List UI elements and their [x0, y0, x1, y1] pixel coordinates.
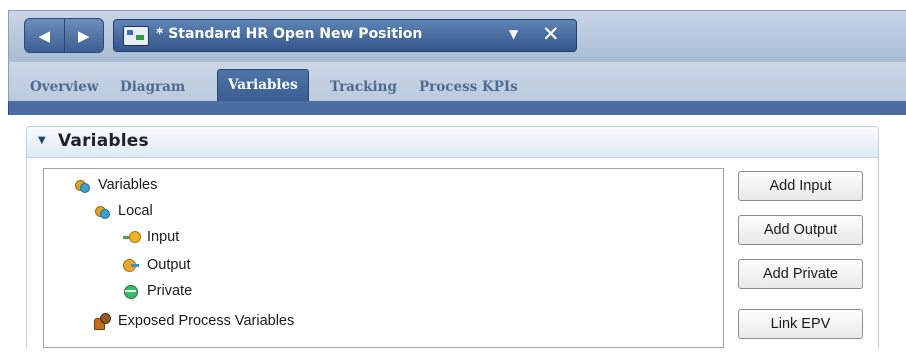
tab-process-kpis[interactable]: Process KPIs — [419, 74, 518, 100]
add-input-button[interactable]: Add Input — [738, 171, 863, 201]
back-arrow-icon: ◀ — [38, 26, 51, 45]
variables-tree: Variables Local Input Output Private Exp… — [43, 168, 724, 348]
tab-content-strip — [8, 101, 906, 115]
tree-item-label: Output — [147, 257, 191, 273]
local-variables-icon — [94, 203, 110, 219]
add-private-button[interactable]: Add Private — [738, 259, 863, 289]
document-tab[interactable]: * Standard HR Open New Position ▼ ✕ — [113, 19, 577, 52]
document-title: * Standard HR Open New Position — [156, 26, 423, 42]
section-title: Variables — [58, 131, 149, 151]
input-variable-icon — [123, 229, 141, 245]
add-output-button[interactable]: Add Output — [738, 215, 863, 245]
tree-item-label: Exposed Process Variables — [118, 313, 295, 329]
process-app-icon — [123, 26, 149, 46]
variables-icon — [74, 177, 90, 193]
close-icon[interactable]: ✕ — [542, 22, 560, 46]
output-variable-icon — [123, 257, 139, 273]
tree-item-label: Variables — [98, 177, 158, 193]
history-navigation: ◀ ▶ — [24, 18, 104, 53]
exposed-process-variables-icon — [94, 313, 111, 330]
forward-button[interactable]: ▶ — [65, 19, 104, 52]
tree-item-input[interactable]: Input — [123, 225, 179, 249]
tab-overview[interactable]: Overview — [30, 74, 99, 100]
private-variable-icon — [123, 283, 139, 299]
tree-item-label: Private — [147, 283, 193, 299]
tree-item-variables[interactable]: Variables — [74, 173, 157, 197]
tree-item-local[interactable]: Local — [94, 199, 153, 223]
tree-item-private[interactable]: Private — [123, 279, 192, 303]
tree-item-exposed-process-variables[interactable]: Exposed Process Variables — [94, 309, 294, 333]
tab-diagram[interactable]: Diagram — [120, 74, 185, 100]
tab-variables[interactable]: Variables — [217, 69, 309, 102]
tab-tracking[interactable]: Tracking — [330, 74, 397, 100]
back-button[interactable]: ◀ — [25, 19, 64, 52]
chevron-down-icon[interactable]: ▼ — [38, 135, 46, 146]
chevron-down-icon[interactable]: ▼ — [509, 27, 518, 41]
tree-item-label: Input — [147, 229, 180, 245]
tree-item-label: Local — [118, 203, 153, 219]
tree-item-output[interactable]: Output — [123, 253, 191, 277]
forward-arrow-icon: ▶ — [77, 26, 90, 45]
link-epv-button[interactable]: Link EPV — [738, 309, 863, 339]
variables-section-header[interactable]: ▼ Variables — [26, 126, 879, 158]
